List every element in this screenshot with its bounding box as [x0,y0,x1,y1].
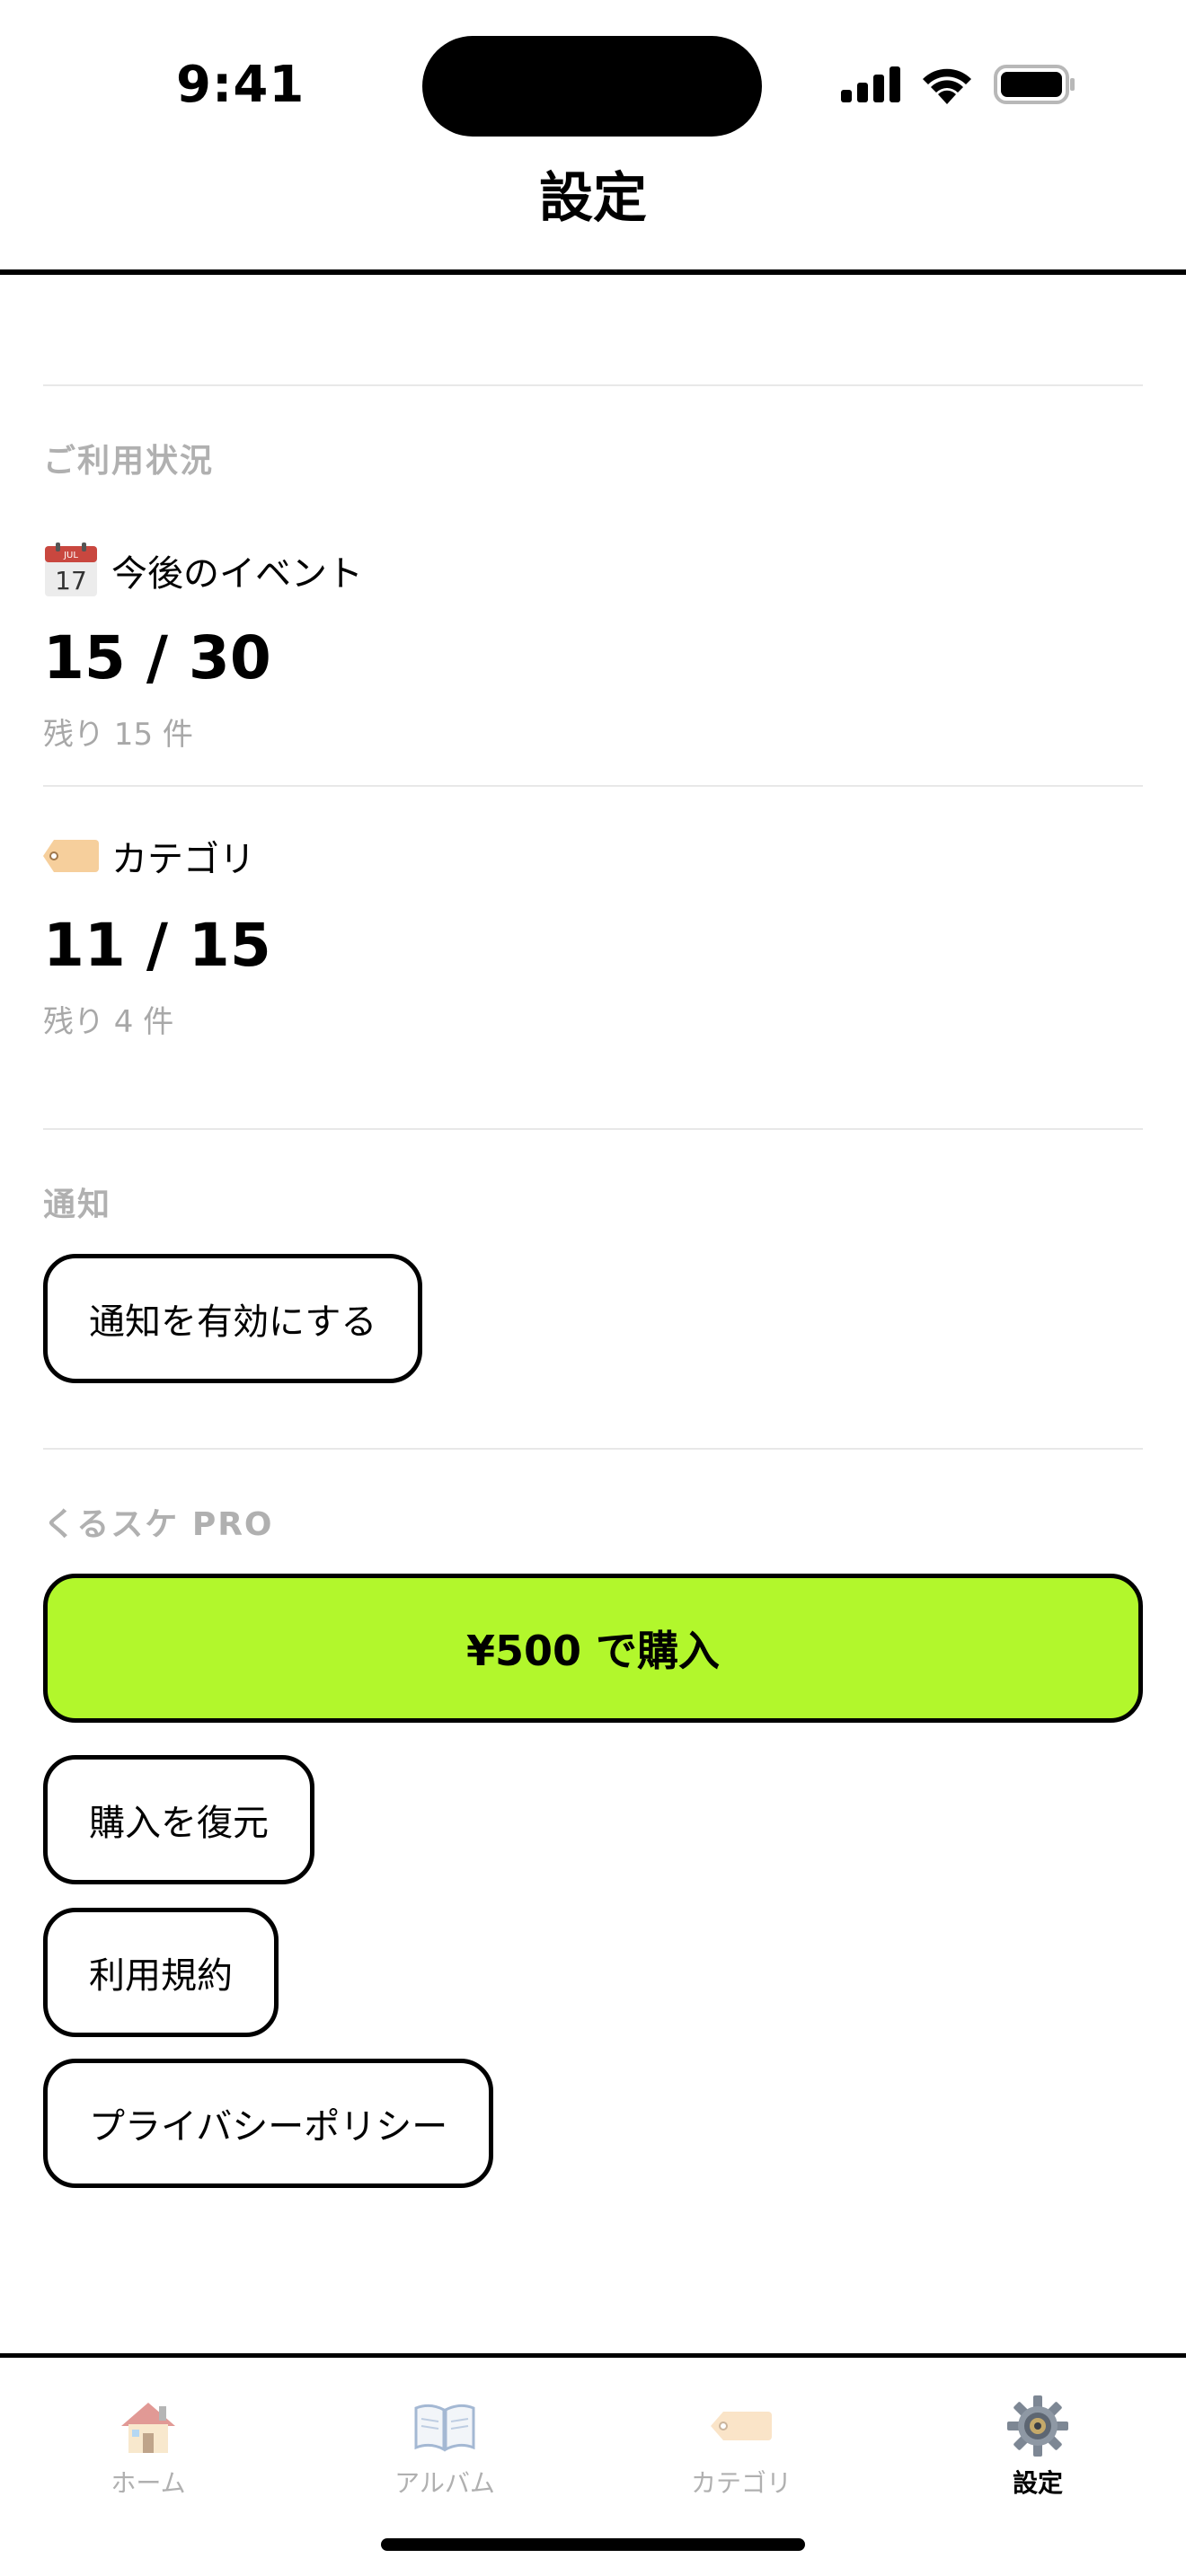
events-usage-label: 今後のイベント [111,553,363,595]
notifications-section-label: 通知 [43,1187,112,1223]
tab-home-label: ホーム [111,2468,186,2498]
battery-icon [994,65,1075,104]
tab-settings[interactable]: 設定 [890,2358,1186,2576]
tab-album-label: アルバム [394,2468,495,2498]
header-divider [0,269,1186,275]
categories-usage-remaining: 残り 4 件 [43,1004,174,1040]
pro-section-label: くるスケ PRO [43,1506,274,1543]
purchase-pro-button[interactable]: ¥500 で購入 [43,1574,1143,1723]
events-usage-title: JUL 17 今後のイベント [43,543,363,598]
page-title: 設定 [539,167,647,230]
categories-usage-label: カテゴリ [111,839,255,880]
restore-purchase-button[interactable]: 購入を復元 [43,1755,314,1884]
section-divider [43,384,1143,386]
categories-usage-title: カテゴリ [43,830,255,882]
svg-text:17: 17 [55,566,87,595]
tab-category-label: カテゴリ [690,2468,792,2498]
terms-of-use-button[interactable]: 利用規約 [43,1908,279,2037]
tab-home[interactable]: ホーム [0,2358,296,2576]
tag-icon [709,2394,774,2458]
events-usage-remaining: 残り 15 件 [43,717,193,753]
svg-text:JUL: JUL [63,551,78,560]
status-icons [841,65,1076,104]
section-divider [43,1448,1143,1450]
usage-section-label: ご利用状況 [43,443,215,480]
row-divider [43,785,1143,787]
home-indicator[interactable] [381,2538,805,2551]
status-bar: 9:41 [0,0,1186,162]
open-book-icon [412,2394,477,2458]
status-time: 9:41 [176,56,305,114]
tab-settings-label: 設定 [1012,2468,1063,2498]
enable-notifications-button[interactable]: 通知を有効にする [43,1254,423,1383]
dynamic-island [422,36,762,137]
calendar-icon: JUL 17 [45,543,97,596]
wifi-icon [923,68,971,104]
house-icon [116,2394,181,2458]
gear-icon [1005,2394,1070,2458]
cellular-signal-icon [841,66,900,102]
section-divider [43,1128,1143,1130]
privacy-policy-button[interactable]: プライバシーポリシー [43,2059,494,2188]
events-usage-count: 15 / 30 [43,623,271,693]
categories-usage-count: 11 / 15 [43,911,271,980]
tag-icon [43,840,99,872]
